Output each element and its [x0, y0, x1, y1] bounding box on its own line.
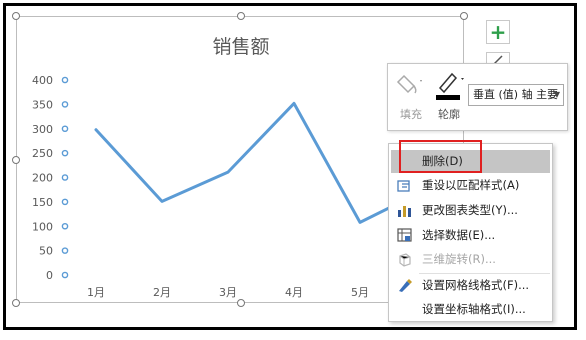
y-tick-label: 200 [32, 172, 53, 185]
y-axis-selection-handle[interactable] [61, 222, 69, 230]
3d-rotation-icon [399, 253, 411, 267]
menu-item-format-axis[interactable]: 设置坐标轴格式(I)... [391, 298, 550, 321]
chart-title[interactable]: 销售额 [212, 36, 269, 58]
pen-outline-icon [436, 72, 464, 100]
plus-icon: + [489, 20, 507, 44]
x-tick-label: 2月 [153, 286, 171, 299]
paint-bucket-icon [396, 74, 422, 94]
menu-item-label: 选择数据(E)... [422, 228, 496, 242]
menu-item-label: 设置网格线格式(F)... [422, 278, 530, 292]
fill-button[interactable]: 填充 [394, 68, 428, 124]
y-tick-label: 400 [32, 74, 53, 87]
y-axis-selection-handle[interactable] [61, 174, 69, 181]
resize-handle-top-middle[interactable] [237, 12, 245, 20]
menu-item-label: 更改图表类型(Y)... [422, 203, 518, 217]
menu-item-label: 设置坐标轴格式(I)... [422, 302, 526, 316]
resize-handle-top-left[interactable] [12, 12, 20, 20]
delete-highlight-box [399, 140, 482, 173]
y-axis-selection-handle[interactable] [61, 76, 69, 84]
add-chart-element-button[interactable]: + [486, 20, 510, 44]
chart-element-value: 垂直 (值) 轴 主要 [473, 88, 559, 101]
chart-type-icon [398, 206, 411, 217]
resize-handle-bottom-left[interactable] [12, 299, 20, 307]
y-axis[interactable]: 0 50 100 150 200 250 300 350 400 [32, 74, 69, 282]
chart-element-dropdown[interactable]: 垂直 (值) 轴 主要 ▼ [468, 84, 564, 106]
y-axis-selection-handle[interactable] [61, 271, 69, 279]
outline-button[interactable]: 轮廓 [432, 68, 466, 124]
resize-handle-middle-left[interactable] [12, 156, 20, 164]
y-axis-selection-handle[interactable] [61, 149, 69, 157]
select-data-icon [397, 228, 412, 242]
y-tick-label: 300 [32, 123, 53, 136]
resize-handle-bottom-middle[interactable] [237, 299, 245, 307]
outline-label: 轮廓 [438, 108, 460, 121]
y-axis-selection-handle[interactable] [61, 101, 69, 108]
x-tick-label: 3月 [219, 286, 237, 299]
menu-item-select-data[interactable]: 选择数据(E)... [391, 224, 550, 247]
y-tick-label: 0 [46, 269, 53, 282]
y-tick-label: 100 [32, 220, 53, 233]
series-line[interactable] [94, 101, 428, 224]
y-tick-label: 50 [39, 245, 53, 258]
menu-item-3d-rotation[interactable]: 三维旋转(R)... [391, 248, 550, 271]
chevron-down-icon: ▼ [553, 90, 560, 99]
resize-handle-top-right[interactable] [460, 12, 468, 20]
reset-style-icon [397, 180, 410, 192]
x-tick-label: 4月 [285, 286, 303, 299]
menu-item-change-chart-type[interactable]: 更改图表类型(Y)... [391, 199, 550, 222]
x-axis[interactable]: 1月2月3月4月5月6月 [87, 286, 435, 299]
menu-item-label: 重设以匹配样式(A) [422, 178, 520, 192]
mini-format-toolbar: 填充 轮廓 垂直 (值) 轴 主要 ▼ [387, 63, 568, 131]
menu-item-format-gridlines[interactable]: 设置网格线格式(F)... [391, 274, 550, 297]
menu-item-label: 三维旋转(R)... [422, 252, 496, 266]
menu-item-reset-style[interactable]: 重设以匹配样式(A) [391, 174, 550, 197]
fill-label: 填充 [400, 108, 422, 121]
x-tick-label: 1月 [87, 286, 105, 299]
y-axis-selection-handle[interactable] [61, 247, 69, 254]
y-tick-label: 150 [32, 196, 53, 209]
y-tick-label: 350 [32, 98, 53, 111]
y-axis-selection-handle[interactable] [61, 125, 69, 133]
format-gridlines-icon [399, 279, 412, 292]
y-tick-label: 250 [32, 147, 53, 160]
y-axis-selection-handle[interactable] [61, 198, 69, 206]
x-tick-label: 5月 [351, 286, 369, 299]
